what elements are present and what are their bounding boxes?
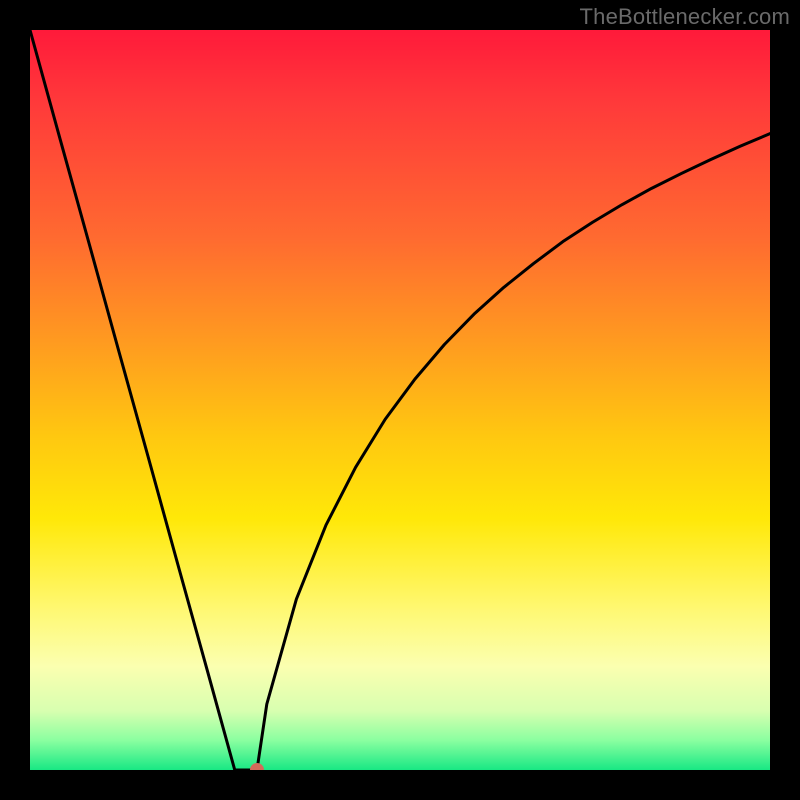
chart-frame: TheBottlenecker.com: [0, 0, 800, 800]
optimum-marker-icon: [250, 763, 264, 770]
curve-path: [30, 30, 770, 770]
watermark-text: TheBottlenecker.com: [580, 4, 790, 30]
plot-area: [30, 30, 770, 770]
bottleneck-curve: [30, 30, 770, 770]
